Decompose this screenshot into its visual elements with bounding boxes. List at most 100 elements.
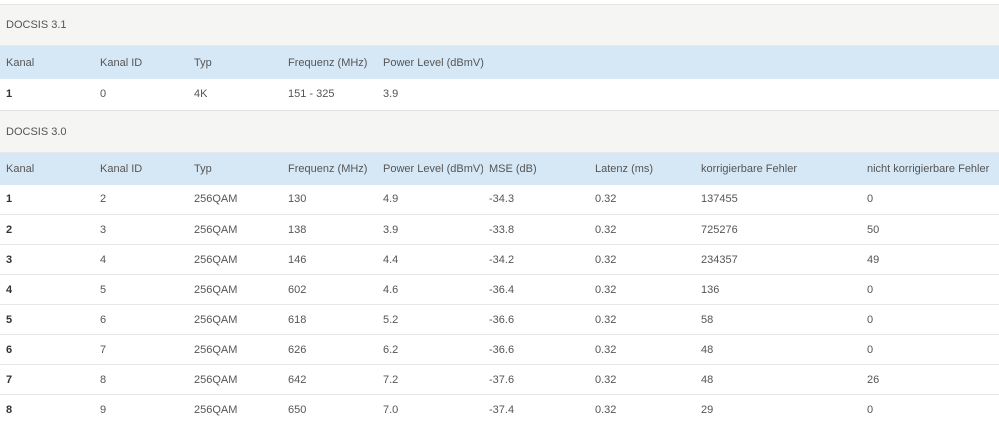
cell-korrigierbare-fehler: 48 — [701, 343, 714, 356]
cell-frequenz: 151 - 325 — [288, 88, 335, 101]
cell-typ: 256QAM — [194, 343, 238, 356]
table-row: 3 4 256QAM 146 4.4 -34.2 0.32 234357 49 — [0, 245, 999, 275]
cell-mse: -34.2 — [489, 253, 515, 266]
cell-mse: -36.4 — [489, 283, 515, 296]
cell-typ: 256QAM — [194, 313, 238, 326]
cell-power-level: 4.4 — [383, 253, 399, 266]
column-header: Kanal — [6, 162, 35, 175]
cell-kanal: 8 — [6, 403, 13, 416]
cell-frequenz: 618 — [288, 313, 307, 326]
cell-mse: -37.4 — [489, 403, 515, 416]
cell-typ: 256QAM — [194, 253, 238, 266]
cell-latenz: 0.32 — [595, 403, 617, 416]
cell-typ: 4K — [194, 88, 208, 101]
cell-typ: 256QAM — [194, 223, 238, 236]
table-row: 8 9 256QAM 650 7.0 -37.4 0.32 29 0 — [0, 395, 999, 425]
cell-kanal-id: 6 — [100, 313, 107, 326]
cell-nicht-korrigierbare-fehler: 0 — [867, 403, 874, 416]
cell-nicht-korrigierbare-fehler: 50 — [867, 223, 880, 236]
column-header: Power Level (dBmV) — [383, 162, 483, 175]
column-header: Typ — [194, 56, 212, 69]
cell-typ: 256QAM — [194, 283, 238, 296]
cell-kanal: 2 — [6, 223, 13, 236]
cell-korrigierbare-fehler: 137455 — [701, 193, 738, 206]
column-header: Power Level (dBmV) — [383, 56, 484, 69]
cell-frequenz: 130 — [288, 193, 307, 206]
column-header: Kanal ID — [100, 162, 143, 175]
table-header-row: Kanal Kanal ID Typ Frequenz (MHz) Power … — [0, 46, 999, 79]
cell-nicht-korrigierbare-fehler: 49 — [867, 253, 880, 266]
cell-kanal-id: 0 — [100, 88, 107, 101]
cell-frequenz: 146 — [288, 253, 307, 266]
page: DOCSIS 3.1 Kanal Kanal ID Typ Frequenz (… — [0, 0, 999, 428]
cell-power-level: 3.9 — [383, 223, 399, 236]
cell-mse: -36.6 — [489, 343, 515, 356]
cell-nicht-korrigierbare-fehler: 26 — [867, 373, 880, 386]
cell-frequenz: 650 — [288, 403, 307, 416]
cell-power-level: 3.9 — [383, 88, 399, 101]
cell-typ: 256QAM — [194, 373, 238, 386]
cell-latenz: 0.32 — [595, 253, 617, 266]
cell-power-level: 7.0 — [383, 403, 399, 416]
cell-korrigierbare-fehler: 58 — [701, 313, 714, 326]
column-header: Frequenz (MHz) — [288, 162, 368, 175]
cell-mse: -36.6 — [489, 313, 515, 326]
cell-nicht-korrigierbare-fehler: 0 — [867, 283, 874, 296]
cell-latenz: 0.32 — [595, 193, 617, 206]
cell-power-level: 4.6 — [383, 283, 399, 296]
cell-kanal: 1 — [6, 88, 13, 101]
cell-nicht-korrigierbare-fehler: 0 — [867, 343, 874, 356]
cell-kanal: 7 — [6, 373, 13, 386]
section-title-docsis31: DOCSIS 3.1 — [0, 5, 999, 46]
docsis31-table: Kanal Kanal ID Typ Frequenz (MHz) Power … — [0, 46, 999, 111]
cell-mse: -33.8 — [489, 223, 515, 236]
cell-kanal-id: 5 — [100, 283, 107, 296]
cell-mse: -37.6 — [489, 373, 515, 386]
cell-latenz: 0.32 — [595, 313, 617, 326]
column-header: Kanal — [6, 56, 35, 69]
table-row: 1 0 4K 151 - 325 3.9 — [0, 79, 999, 110]
cell-kanal: 5 — [6, 313, 13, 326]
cell-kanal-id: 4 — [100, 253, 107, 266]
table-header-row: Kanal Kanal ID Typ Frequenz (MHz) Power … — [0, 152, 999, 185]
section-title-docsis30: DOCSIS 3.0 — [0, 110, 999, 153]
cell-frequenz: 602 — [288, 283, 307, 296]
column-header: Latenz (ms) — [595, 162, 654, 175]
column-header: Frequenz (MHz) — [288, 56, 368, 69]
cell-korrigierbare-fehler: 136 — [701, 283, 720, 296]
cell-kanal: 3 — [6, 253, 13, 266]
cell-typ: 256QAM — [194, 403, 238, 416]
column-header: MSE (dB) — [489, 162, 537, 175]
table-row: 2 3 256QAM 138 3.9 -33.8 0.32 725276 50 — [0, 215, 999, 245]
column-header: Typ — [194, 162, 212, 175]
cell-latenz: 0.32 — [595, 283, 617, 296]
cell-korrigierbare-fehler: 48 — [701, 373, 714, 386]
cell-power-level: 7.2 — [383, 373, 399, 386]
cell-korrigierbare-fehler: 234357 — [701, 253, 738, 266]
cell-power-level: 4.9 — [383, 193, 399, 206]
cell-kanal-id: 9 — [100, 403, 107, 416]
cell-kanal-id: 8 — [100, 373, 107, 386]
column-header: Kanal ID — [100, 56, 143, 69]
table-row: 5 6 256QAM 618 5.2 -36.6 0.32 58 0 — [0, 305, 999, 335]
cell-power-level: 5.2 — [383, 313, 399, 326]
cell-kanal: 6 — [6, 343, 13, 356]
cell-frequenz: 626 — [288, 343, 307, 356]
cell-kanal-id: 2 — [100, 193, 107, 206]
column-header: korrigierbare Fehler — [701, 162, 797, 175]
cell-korrigierbare-fehler: 29 — [701, 403, 714, 416]
docsis30-table: Kanal Kanal ID Typ Frequenz (MHz) Power … — [0, 152, 999, 425]
table-row: 7 8 256QAM 642 7.2 -37.6 0.32 48 26 — [0, 365, 999, 395]
cell-mse: -34.3 — [489, 193, 515, 206]
table-row: 6 7 256QAM 626 6.2 -36.6 0.32 48 0 — [0, 335, 999, 365]
cell-frequenz: 642 — [288, 373, 307, 386]
cell-kanal-id: 7 — [100, 343, 107, 356]
cell-kanal: 1 — [6, 193, 13, 206]
cell-kanal-id: 3 — [100, 223, 107, 236]
cell-latenz: 0.32 — [595, 343, 617, 356]
cell-korrigierbare-fehler: 725276 — [701, 223, 738, 236]
table-row: 4 5 256QAM 602 4.6 -36.4 0.32 136 0 — [0, 275, 999, 305]
cell-power-level: 6.2 — [383, 343, 399, 356]
cell-latenz: 0.32 — [595, 223, 617, 236]
cell-typ: 256QAM — [194, 193, 238, 206]
